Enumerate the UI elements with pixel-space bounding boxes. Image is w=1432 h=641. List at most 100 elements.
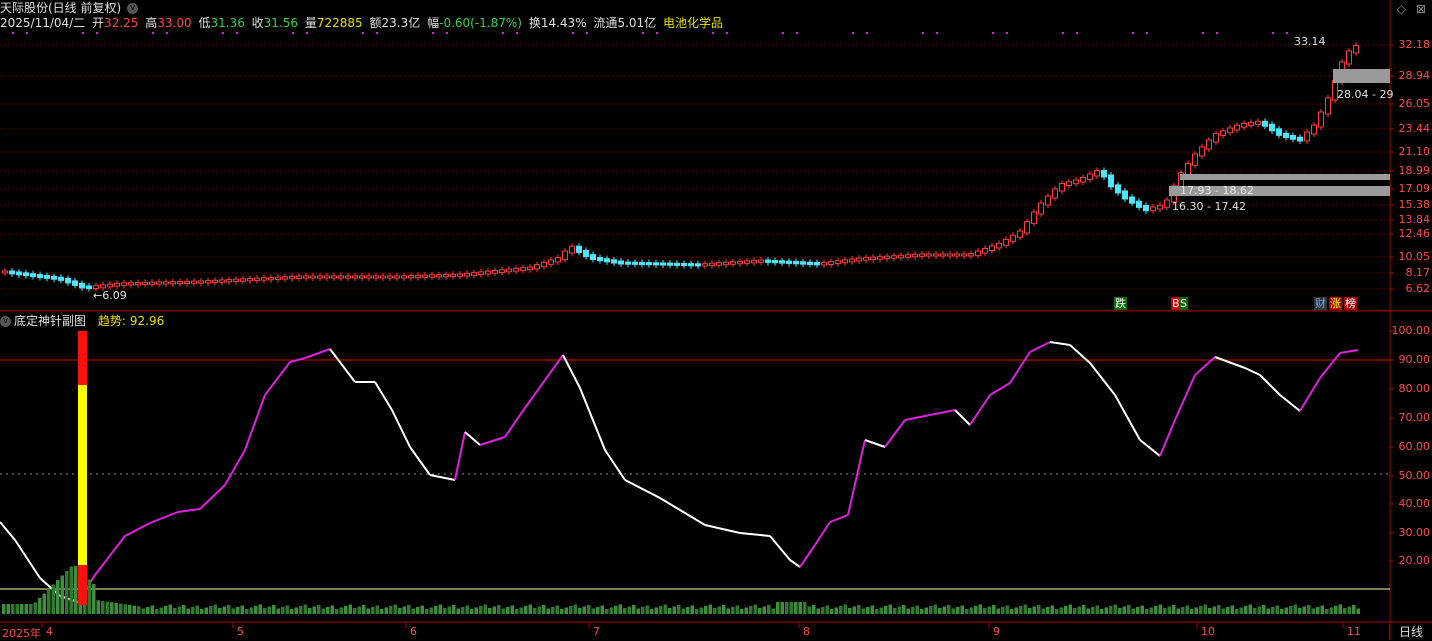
volume-bar: [1199, 606, 1203, 614]
chevron-down-icon[interactable]: v: [0, 316, 11, 327]
trend-segment: [969, 394, 991, 426]
signal-die[interactable]: 跌: [1114, 297, 1127, 310]
volume-bar: [834, 607, 838, 614]
volume-bar: [969, 607, 973, 614]
trend-segment: [94, 535, 126, 576]
period-selector[interactable]: 日线: [1389, 624, 1432, 640]
candle-body: [16, 271, 22, 276]
volume-bar: [911, 607, 915, 614]
volume-bar: [33, 602, 37, 614]
volume-bar: [371, 607, 375, 614]
volume-bar: [1334, 606, 1338, 614]
candle-body: [1255, 120, 1261, 125]
candle-body: [807, 261, 813, 265]
volume-bar: [848, 608, 852, 614]
candle-body: [128, 282, 134, 286]
trend-segment: [1319, 352, 1341, 379]
candle-body: [37, 274, 43, 278]
month-label: 5: [237, 625, 244, 638]
month-label: 6: [410, 625, 417, 638]
candle-body: [716, 262, 722, 266]
volume-bar: [1064, 606, 1068, 614]
volume-bar: [1239, 607, 1243, 614]
candle-body: [1080, 177, 1086, 183]
marker-dot: [922, 32, 924, 34]
signal-s[interactable]: S: [1179, 297, 1188, 310]
signal-zhangting[interactable]: 涨: [1329, 297, 1342, 310]
candle-body: [457, 273, 463, 277]
volume-bar: [1158, 604, 1162, 614]
signal-cai[interactable]: 财: [1314, 297, 1327, 310]
candle-body: [401, 275, 407, 279]
trend-segment: [814, 521, 831, 546]
trend-segment: [479, 436, 506, 446]
candle-body: [667, 262, 673, 266]
candle-body: [674, 262, 680, 266]
volume-bar: [1248, 604, 1252, 614]
candle-body: [877, 256, 883, 260]
candle-body: [590, 254, 596, 261]
volume-bar: [218, 608, 222, 614]
volume-bar: [213, 604, 217, 614]
candle-body: [345, 275, 351, 279]
marker-dot: [306, 32, 308, 34]
volume-bar: [659, 606, 663, 614]
trend-segment: [789, 559, 801, 568]
volume-bar: [1019, 606, 1023, 614]
volume-bar: [537, 606, 541, 614]
volume-bar: [1140, 605, 1144, 614]
candle-body: [261, 277, 267, 281]
volume-bar: [564, 607, 568, 614]
volume-bar: [285, 605, 289, 614]
candle-body: [975, 250, 981, 257]
candle-body: [359, 275, 365, 279]
trend-segment: [264, 361, 291, 396]
trend-segment: [1279, 394, 1301, 412]
trend-segment: [847, 439, 866, 516]
volume-bar: [393, 604, 397, 614]
volume-bar: [938, 608, 942, 614]
volume-bar: [110, 602, 114, 614]
volume-bar: [155, 609, 159, 614]
volume-bar: [906, 608, 910, 614]
volume-bar: [780, 602, 784, 614]
volume-bar: [929, 606, 933, 614]
volume-bar: [1104, 607, 1108, 614]
trend-segment: [1214, 356, 1246, 369]
candle-body: [1003, 238, 1009, 246]
zone-label-2: 17.93 - 18.62: [1180, 184, 1254, 197]
candle-body: [646, 262, 652, 266]
signal-bang[interactable]: 榜: [1344, 297, 1357, 310]
candle-body: [282, 276, 288, 280]
trend-segment: [124, 522, 151, 537]
volume-bar: [992, 605, 996, 614]
candle-body: [604, 258, 610, 263]
candle-body: [513, 267, 519, 272]
volume-bar: [515, 609, 519, 614]
indicator-tick-label: 30.00: [1398, 526, 1431, 539]
marker-dot: [446, 32, 448, 34]
volume-bar: [1167, 606, 1171, 614]
indicator-name[interactable]: 底定神针副图: [14, 314, 86, 328]
volume-bar: [996, 608, 1000, 614]
marker-dot: [26, 32, 28, 34]
volume-bar: [1163, 608, 1167, 614]
candle-body: [275, 276, 281, 280]
volume-bar: [60, 575, 64, 614]
candle-body: [1129, 196, 1135, 204]
volume-bar: [150, 605, 154, 614]
candle-body: [1311, 124, 1317, 135]
candle-body: [23, 272, 29, 277]
volume-bar: [609, 607, 613, 614]
candle-body: [527, 266, 533, 271]
volume-bar: [312, 606, 316, 614]
candle-body: [51, 275, 57, 280]
volume-bar: [839, 606, 843, 614]
volume-bar: [479, 606, 483, 614]
trend-segment: [604, 449, 626, 481]
volume-bar: [749, 606, 753, 614]
price-zone: [1180, 174, 1390, 180]
kline-chart[interactable]: [0, 0, 1432, 640]
volume-bar: [767, 605, 771, 614]
zone-label-1: 28.04 - 29: [1337, 88, 1394, 101]
